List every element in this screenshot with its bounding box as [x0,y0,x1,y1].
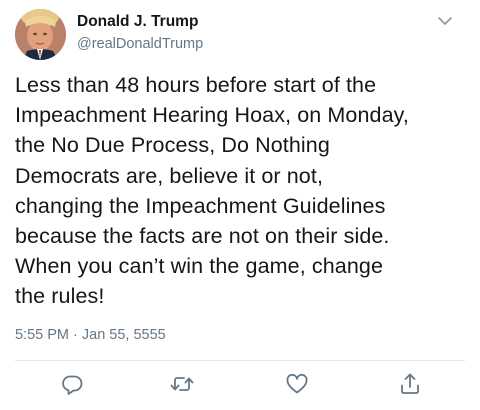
tweet-timestamp[interactable]: 5:55 PM · Jan 55, 5555 [15,327,166,343]
share-button[interactable] [396,370,424,398]
tweet-actions [0,370,480,400]
divider [15,360,465,361]
avatar[interactable] [15,9,66,60]
chevron-down-icon[interactable] [436,12,454,30]
heart-icon [286,373,308,394]
share-icon [401,373,419,394]
author-display-name[interactable]: Donald J. Trump [77,13,198,31]
reply-button[interactable] [58,370,86,398]
tweet-text: Less than 48 hours before start of the I… [15,73,409,309]
tweet-card: Donald J. Trump @realDonaldTrump Less th… [0,0,480,410]
retweet-icon [170,377,194,391]
retweet-button[interactable] [168,370,196,398]
like-button[interactable] [283,370,311,398]
author-handle[interactable]: @realDonaldTrump [77,36,203,52]
reply-icon [62,375,83,395]
profile-photo-icon [15,9,66,60]
